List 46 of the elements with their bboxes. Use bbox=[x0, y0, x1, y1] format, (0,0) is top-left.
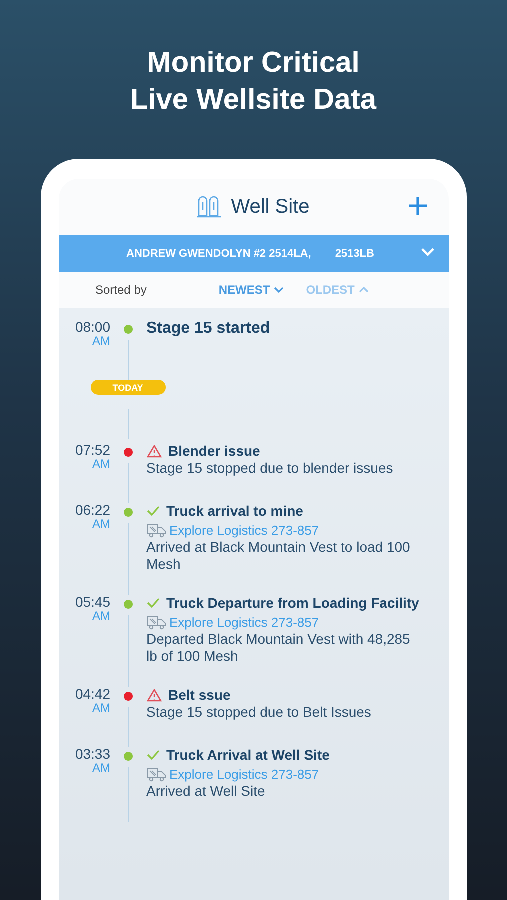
event-time: 04:42 bbox=[74, 687, 110, 701]
event-time: 08:00 bbox=[74, 320, 110, 334]
event-ampm: AM bbox=[92, 609, 110, 623]
chevron-icon bbox=[274, 285, 284, 295]
event-time: 07:52 bbox=[74, 443, 110, 457]
event-title: Belt ssue bbox=[168, 687, 231, 703]
event-detail: Stage 15 stopped due to Belt Issues bbox=[146, 704, 372, 721]
sort-option[interactable]: NEWEST bbox=[218, 283, 284, 297]
well-icon bbox=[197, 196, 222, 218]
add-icon[interactable] bbox=[406, 195, 428, 217]
event-title: Truck Departure from Loading Facility bbox=[166, 595, 420, 611]
chevron-icon bbox=[358, 285, 369, 295]
event-ampm: AM bbox=[92, 517, 110, 531]
check-icon bbox=[146, 506, 160, 516]
event-detail: Departed Black Mountain Vest with 48,285 lb of 100 Mesh bbox=[146, 631, 412, 665]
truck-icon bbox=[146, 616, 166, 630]
headline-text: Live Wellsite Data bbox=[130, 83, 377, 118]
event-title: Stage 15 started bbox=[146, 320, 270, 338]
carrier-link[interactable]: Explore Logistics 273-857 bbox=[170, 767, 320, 782]
event-time: 03:33 bbox=[74, 747, 110, 761]
carrier-link[interactable]: Explore Logistics 273-857 bbox=[170, 523, 320, 538]
sort-option[interactable]: OLDEST bbox=[306, 283, 369, 297]
event-ampm: AM bbox=[92, 457, 110, 471]
event-title: Blender issue bbox=[168, 443, 260, 459]
event-time: 06:22 bbox=[74, 503, 110, 517]
screen-title: Well Site bbox=[231, 196, 310, 218]
warning-icon bbox=[146, 444, 162, 458]
warning-icon bbox=[146, 688, 162, 702]
truck-icon bbox=[146, 768, 166, 782]
event-detail: Arrived at Well Site bbox=[146, 783, 266, 800]
event-detail: Stage 15 stopped due to blender issues bbox=[146, 460, 394, 477]
sort-label: Sorted by bbox=[96, 283, 147, 297]
event-title: Truck arrival to mine bbox=[166, 503, 304, 519]
event-title: Truck Arrival at Well Site bbox=[166, 747, 330, 763]
truck-icon bbox=[146, 524, 166, 538]
event-time: 05:45 bbox=[74, 595, 110, 609]
today-badge: TODAY bbox=[90, 380, 166, 395]
event-ampm: AM bbox=[92, 761, 110, 775]
event-ampm: AM bbox=[92, 701, 110, 715]
carrier-link[interactable]: Explore Logistics 273-857 bbox=[170, 615, 320, 630]
event-ampm: AM bbox=[92, 334, 110, 348]
check-icon bbox=[146, 598, 160, 608]
site-selector[interactable]: ANDREW GWENDOLYN #2 2514LA, 2513LB bbox=[58, 235, 448, 272]
headline-text: Monitor Critical bbox=[146, 46, 361, 81]
check-icon bbox=[146, 750, 160, 760]
event-detail: Arrived at Black Mountain Vest to load 100 Mesh bbox=[146, 539, 412, 573]
